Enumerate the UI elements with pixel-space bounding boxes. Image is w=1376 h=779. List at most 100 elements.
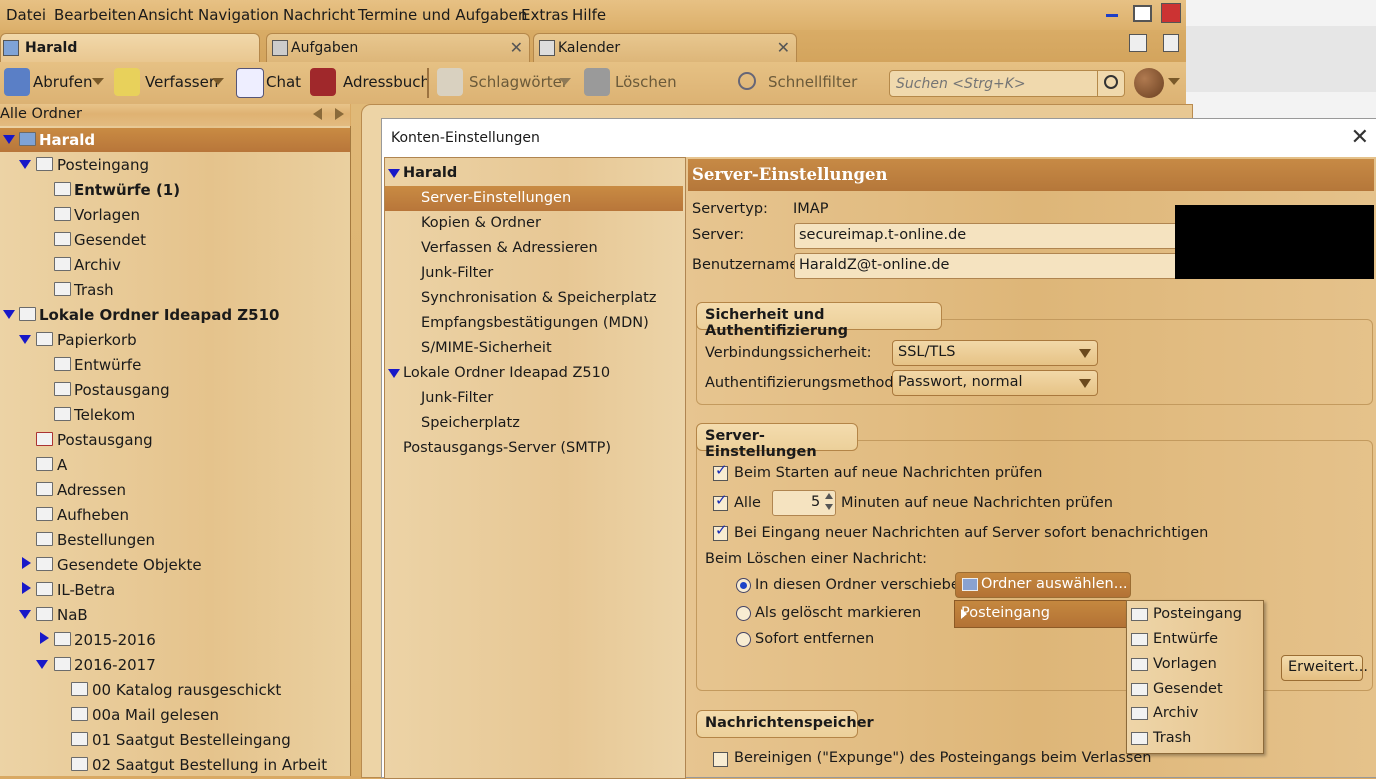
- submenu-item-posteingang[interactable]: Posteingang: [1127, 602, 1263, 627]
- loeschen-button[interactable]: Löschen: [615, 73, 677, 91]
- tab-label: Kalender: [558, 40, 621, 56]
- tree-speicherplatz[interactable]: Speicherplatz: [385, 411, 683, 436]
- mark-deleted-radio[interactable]: [736, 606, 751, 621]
- submenu-item-vorlagen[interactable]: Vorlagen: [1127, 652, 1263, 677]
- folder-posteingang[interactable]: Posteingang: [0, 153, 350, 177]
- connection-security-select[interactable]: SSL/TLS: [892, 340, 1098, 366]
- menu-hilfe[interactable]: Hilfe: [572, 6, 606, 24]
- folder-item[interactable]: Entwürfe: [0, 353, 350, 377]
- tree-account-harald[interactable]: Harald: [385, 161, 683, 186]
- tasks-tool-icon[interactable]: [1163, 34, 1179, 52]
- folder-picker-button[interactable]: Ordner auswählen...: [955, 572, 1131, 598]
- check-interval-checkbox[interactable]: ✓: [713, 491, 728, 511]
- tree-synchronisation[interactable]: Synchronisation & Speicherplatz: [385, 286, 683, 311]
- tab-aufgaben[interactable]: Aufgaben ✕: [266, 33, 530, 62]
- window-controls: [1104, 2, 1186, 28]
- chevron-down-icon[interactable]: [559, 78, 571, 85]
- folder-item[interactable]: 2016-2017: [0, 653, 350, 677]
- minimize-icon[interactable]: [1106, 14, 1118, 17]
- folder-item[interactable]: Adressen: [0, 478, 350, 502]
- chevron-down-icon[interactable]: [1168, 78, 1180, 85]
- folder-item[interactable]: A: [0, 453, 350, 477]
- folder-vorlagen[interactable]: Vorlagen: [0, 203, 350, 227]
- schnellfilter-button[interactable]: Schnellfilter: [768, 73, 857, 91]
- tree-smtp[interactable]: Postausgangs-Server (SMTP): [385, 436, 683, 461]
- search-input[interactable]: [894, 74, 1098, 94]
- remove-immediately-radio[interactable]: [736, 632, 751, 647]
- folder-archiv[interactable]: Archiv: [0, 253, 350, 277]
- tree-account-lokale-ordner[interactable]: Lokale Ordner Ideapad Z510: [385, 361, 683, 386]
- tree-verfassen[interactable]: Verfassen & Adressieren: [385, 236, 683, 261]
- close-icon[interactable]: ✕: [1351, 125, 1369, 150]
- push-notify-checkbox[interactable]: ✓: [713, 521, 728, 541]
- folder-item[interactable]: 00a Mail gelesen: [0, 703, 350, 727]
- next-view-icon[interactable]: [335, 108, 344, 120]
- folder-item[interactable]: Bestellungen: [0, 528, 350, 552]
- folder-harald[interactable]: Harald: [0, 128, 350, 152]
- folder-item[interactable]: NaB: [0, 603, 350, 627]
- submenu-item-trash[interactable]: Trash: [1127, 726, 1263, 751]
- interval-stepper[interactable]: 5: [772, 490, 836, 516]
- folder-item[interactable]: Aufheben: [0, 503, 350, 527]
- prev-view-icon[interactable]: [313, 108, 322, 120]
- menu-item-posteingang[interactable]: Posteingang: [961, 605, 1050, 621]
- tree-smime[interactable]: S/MIME-Sicherheit: [385, 336, 683, 361]
- servertyp-label: Servertyp:: [692, 201, 768, 217]
- maximize-icon[interactable]: [1133, 5, 1152, 22]
- chevron-down-icon[interactable]: [825, 504, 833, 510]
- menu-termine[interactable]: Termine und Aufgaben: [358, 6, 527, 24]
- auth-method-select[interactable]: Passwort, normal: [892, 370, 1098, 396]
- chevron-up-icon[interactable]: [825, 493, 833, 499]
- folder-item[interactable]: 01 Saatgut Bestelleingang: [0, 728, 350, 752]
- tree-kopien-ordner[interactable]: Kopien & Ordner: [385, 211, 683, 236]
- submenu-item-archiv[interactable]: Archiv: [1127, 701, 1263, 726]
- calendar-tool-icon[interactable]: [1129, 34, 1147, 52]
- folder-item[interactable]: 2015-2016: [0, 628, 350, 652]
- submenu-item-gesendet[interactable]: Gesendet: [1127, 677, 1263, 702]
- adressbuch-button[interactable]: Adressbuch: [343, 73, 430, 91]
- move-to-folder-radio[interactable]: [736, 578, 751, 593]
- folder-item[interactable]: Postausgang: [0, 428, 350, 452]
- folder-submenu: Posteingang Entwürfe Vorlagen Gesendet A…: [1126, 600, 1264, 754]
- folder-lokale-ordner[interactable]: Lokale Ordner Ideapad Z510: [0, 303, 350, 327]
- chevron-down-icon[interactable]: [92, 78, 104, 85]
- close-icon[interactable]: ✕: [510, 38, 523, 57]
- close-icon[interactable]: ✕: [777, 38, 790, 57]
- folder-item[interactable]: Gesendete Objekte: [0, 553, 350, 577]
- menu-ansicht[interactable]: Ansicht: [138, 6, 193, 24]
- tree-junk-filter-local[interactable]: Junk-Filter: [385, 386, 683, 411]
- expunge-checkbox[interactable]: [713, 752, 728, 767]
- tree-mdn[interactable]: Empfangsbestätigungen (MDN): [385, 311, 683, 336]
- submenu-item-entwuerfe[interactable]: Entwürfe: [1127, 627, 1263, 652]
- schlagwoerter-button[interactable]: Schlagwörter: [469, 73, 568, 91]
- tab-harald[interactable]: Harald: [0, 33, 260, 62]
- exit-icon[interactable]: [1161, 3, 1181, 23]
- search-icon[interactable]: [1097, 71, 1124, 96]
- app-menu-icon[interactable]: [1134, 68, 1164, 98]
- folder-item[interactable]: 02 Saatgut Bestellung in Arbeit: [0, 753, 350, 777]
- tree-server-einstellungen[interactable]: Server-Einstellungen: [385, 186, 683, 211]
- verfassen-button[interactable]: Verfassen: [145, 73, 218, 91]
- folder-entwuerfe[interactable]: Entwürfe (1): [0, 178, 350, 202]
- folder-item[interactable]: Telekom: [0, 403, 350, 427]
- menu-bearbeiten[interactable]: Bearbeiten: [54, 6, 136, 24]
- menu-datei[interactable]: Datei: [6, 6, 46, 24]
- menu-nachricht[interactable]: Nachricht: [283, 6, 355, 24]
- folder-gesendet[interactable]: Gesendet: [0, 228, 350, 252]
- folder-papierkorb[interactable]: Papierkorb: [0, 328, 350, 352]
- folder-trash[interactable]: Trash: [0, 278, 350, 302]
- chevron-down-icon: [1079, 379, 1091, 388]
- folder-item[interactable]: Postausgang: [0, 378, 350, 402]
- tab-kalender[interactable]: Kalender ✕: [533, 33, 797, 62]
- chevron-down-icon[interactable]: [212, 78, 224, 85]
- abrufen-button[interactable]: Abrufen: [33, 73, 92, 91]
- menu-navigation[interactable]: Navigation: [198, 6, 279, 24]
- advanced-button[interactable]: Erweitert...: [1281, 655, 1368, 681]
- check-on-start-checkbox[interactable]: ✓: [713, 461, 728, 481]
- tree-junk-filter[interactable]: Junk-Filter: [385, 261, 683, 286]
- menu-extras[interactable]: Extras: [521, 6, 568, 24]
- folder-item[interactable]: IL-Betra: [0, 578, 350, 602]
- folder-item[interactable]: 00 Katalog rausgeschickt: [0, 678, 350, 702]
- chat-button[interactable]: Chat: [266, 73, 301, 91]
- tab-bar: Harald Aufgaben ✕ Kalender ✕: [0, 30, 1186, 62]
